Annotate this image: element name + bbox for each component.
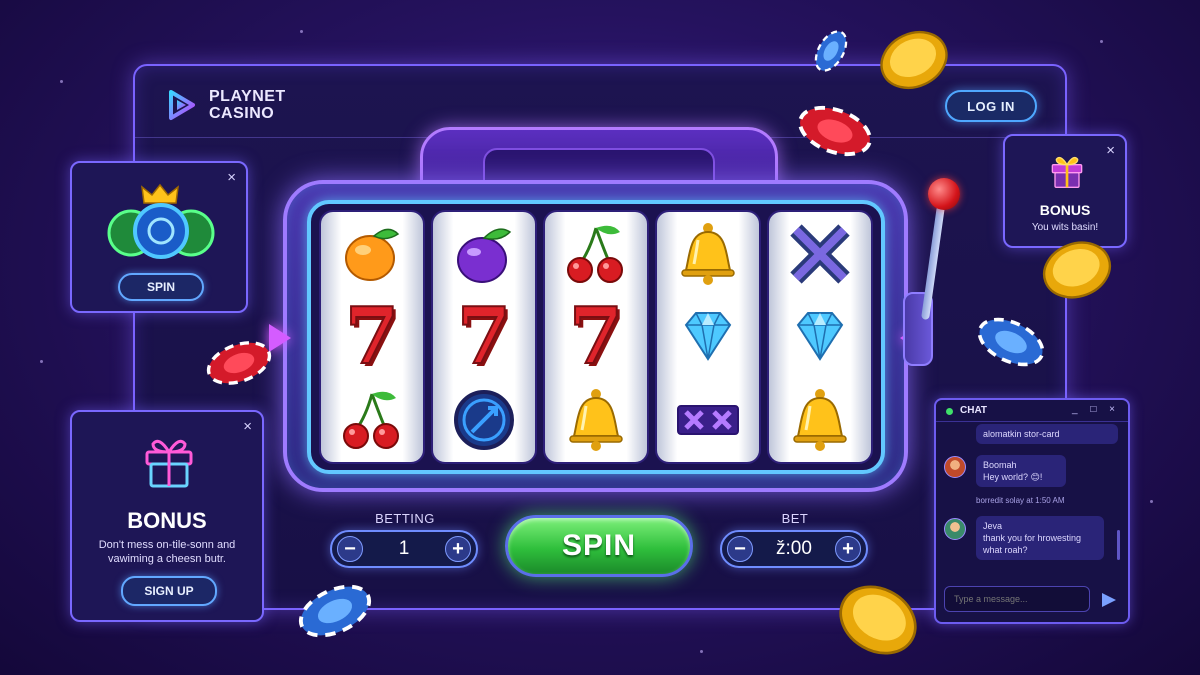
close-icon[interactable]: × [227,169,236,186]
login-button[interactable]: LOG IN [945,90,1037,122]
bet-decrease-button[interactable]: − [727,536,753,562]
bonus-card-left: × BONUS Don't mess on-tile-sonn and vawi… [70,410,264,622]
chat-message: Boomah Hey world? 😊! [976,455,1066,487]
bell-icon [780,383,860,457]
wild-circle-icon [444,383,524,457]
chat-message: alomatkin stor-card [976,424,1118,444]
chat-username: Boomah [983,460,1017,470]
bonus-text-line1: Don't mess on-tile-sonn and [98,539,236,551]
bonus-card-right: × BONUS You wits basin! [1003,134,1127,248]
spin-promo-card: × SPIN [70,161,248,313]
brand[interactable]: PLAYNET CASINO [165,88,319,122]
chat-username: Jeva [983,521,1003,531]
cherry-icon [332,383,412,457]
diamond-icon [780,300,860,374]
bonus-title: BONUS [1039,202,1091,218]
bet-increase-button[interactable]: + [834,536,861,562]
chat-text: thank you for hrowesting [983,533,1082,543]
chat-panel: CHAT _ □ × alomatkin stor-card Boomah He… [934,398,1130,624]
chat-header: CHAT _ □ × [936,400,1128,422]
reel-4 [655,210,761,464]
chat-scrollbar[interactable] [1117,530,1120,560]
slot-machine: 7 7 7 [269,180,922,492]
betting-label: BETTING [375,511,435,526]
avatar [944,456,966,478]
casino-chips-icon [107,203,215,259]
reel-5 [767,210,873,464]
reel-1: 7 [319,210,425,464]
bet-label: BET [781,511,809,526]
bell-icon [556,383,636,457]
chat-text: what roah? [983,545,1028,555]
plum-icon [444,217,524,291]
betting-increase-button[interactable]: + [444,536,471,562]
online-status-icon [946,408,953,415]
seven-symbol: 7 [456,290,512,382]
chat-window-controls[interactable]: _ □ × [1072,404,1120,415]
bonus-text-line2: vawiming a cheesn butr. [107,553,226,565]
send-icon[interactable] [1102,593,1116,607]
lever-icon[interactable] [928,178,960,210]
chat-message-input[interactable] [944,586,1090,612]
orange-icon [332,217,412,291]
chat-timestamp: borredit solay at 1:50 AM [976,496,1065,505]
chat-title: CHAT [960,405,988,416]
spin-button[interactable]: SPIN [505,515,693,577]
reel-frame: 7 7 7 [307,200,885,474]
playnet-logo-icon [169,90,195,120]
gift-icon [145,439,193,488]
diamond-icon [668,300,748,374]
spin-promo-button[interactable]: SPIN [118,273,204,301]
close-icon[interactable]: × [1106,142,1115,159]
reel-3: 7 [543,210,649,464]
payline-left-arrow-icon [269,324,291,352]
bonus-text: You wits basin! [1031,222,1099,233]
brand-name: PLAYNET CASINO [209,88,286,122]
bell-icon [668,217,748,291]
gift-icon [1051,156,1083,188]
seven-symbol: 7 [344,290,400,382]
seven-symbol: 7 [568,290,624,382]
bonus-title: BONUS [127,508,207,533]
reel-2: 7 [431,210,537,464]
bet-value: ž:00 [776,538,812,559]
sign-up-button[interactable]: SIGN UP [121,576,217,606]
betting-value: 1 [398,538,410,559]
chat-text: Hey world? 😊! [983,472,1043,482]
avatar [944,518,966,540]
betting-decrease-button[interactable]: − [337,536,363,562]
x-symbol-icon [780,217,860,291]
chat-message: Jeva thank you for hrowesting what roah? [976,516,1104,560]
close-icon[interactable]: × [243,418,252,435]
betting-stepper: − 1 + [330,530,478,568]
cherry-icon [556,217,636,291]
bet-stepper: − ž:00 + [720,530,868,568]
bar-x-icon [668,383,748,457]
